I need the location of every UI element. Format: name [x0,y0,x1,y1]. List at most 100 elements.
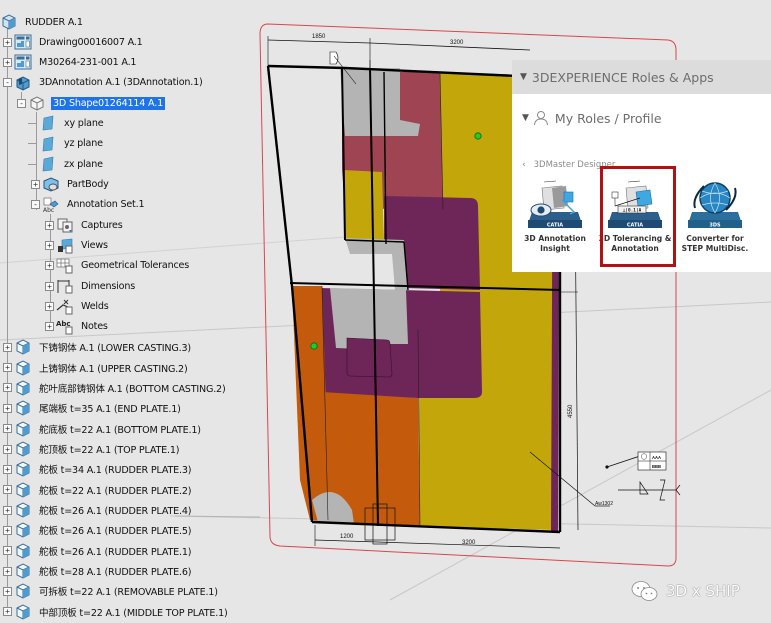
tree-item[interactable]: + Abc Notes [45,318,110,336]
expand-icon[interactable]: + [45,281,54,291]
tree-item[interactable]: + 中部顶板 t=22 A.1 (MIDDLE TOP PLATE.1) [3,603,230,621]
geometrical-tolerances-icon [56,258,74,274]
expand-icon[interactable]: + [3,485,12,495]
rudder-plate-yellow-small [343,170,384,240]
tree-item[interactable]: - 3DAnnotation A.1 (3DAnnotation.1) [3,74,205,92]
expand-icon[interactable]: + [3,566,12,576]
expand-icon[interactable]: + [3,403,12,413]
expand-icon[interactable]: + [3,57,12,67]
tree-item[interactable]: + 舵板 t=28 A.1 (RUDDER PLATE.6) [3,562,193,580]
gdt-value-1: AAA [652,455,661,460]
expand-icon[interactable]: + [3,586,12,596]
marker-point[interactable] [474,132,482,140]
tree-item[interactable]: + Drawing00016007 A.1 [3,33,145,51]
dimension-vertical: 4550 [568,404,574,418]
tree-item-label: 舵板 t=22 A.1 (RUDDER PLATE.2) [39,485,192,497]
annotation-set-icon: Abc [42,197,60,214]
expand-icon[interactable]: + [45,220,54,230]
part-icon [14,543,32,559]
collapse-icon[interactable]: - [31,200,40,210]
app-label-line2: Insight [540,244,570,253]
tree-item-label: yz plane [64,138,103,150]
expand-icon[interactable]: + [3,546,12,556]
part-icon [14,421,32,437]
casting-step [345,238,408,290]
tree-item[interactable]: + 舵板 t=26 A.1 (RUDDER PLATE.4) [3,501,193,519]
tree-item[interactable]: + Views [45,237,110,255]
app-converter-step[interactable]: 3DS Converter for STEP MultiDisc. [675,178,755,254]
expand-icon[interactable]: + [3,464,12,474]
expand-icon[interactable]: + [45,261,54,271]
tree-item[interactable]: + 可拆板 t=22 A.1 (REMOVABLE PLATE.1) [3,582,220,600]
app-label-line1: Converter for [686,234,744,243]
tree-item[interactable]: zx plane [28,155,105,173]
app-3d-annotation-insight[interactable]: CATIA 3D Annotation Insight [515,178,595,254]
tree-item-label: Views [81,240,108,251]
svg-text:3DS: 3DS [709,223,721,229]
tree-item[interactable]: + Dimensions [45,277,137,295]
tree-item[interactable]: + 舵板 t=26 A.1 (RUDDER PLATE.1) [3,542,193,560]
expand-icon[interactable]: + [45,302,54,312]
tree-item[interactable]: yz plane [28,135,105,153]
tree-item[interactable]: xy plane [28,114,105,132]
app-label-line1: 3D Annotation [524,234,586,243]
tree-item[interactable]: + Welds [45,298,111,316]
tree-item-label: M30264-231-001 A.1 [39,56,137,68]
dimension-line [267,39,371,44]
tree-item[interactable]: - Abc Annotation Set.1 [31,196,146,214]
tree-connector [28,143,36,145]
welds-icon [56,299,74,315]
collapse-triangle-icon: ▼ [520,72,527,82]
part-icon [14,563,32,579]
tree-item[interactable]: + Captures [45,216,125,234]
tree-item[interactable]: + 下铸钢体 A.1 (LOWER CASTING.3) [3,338,193,356]
tree-item[interactable]: - 3D Shape01264114 A.1 [17,94,166,112]
tree-item[interactable]: + 舵板 t=34 A.1 (RUDDER PLATE.3) [3,460,193,478]
tree-item-label: 3DAnnotation A.1 (3DAnnotation.1) [39,77,203,89]
collapse-icon[interactable]: - [3,78,12,88]
panel-header[interactable]: ▼ 3DEXPERIENCE Roles & Apps [512,60,771,94]
expand-icon[interactable]: + [3,342,12,352]
expand-icon[interactable]: + [3,444,12,454]
dimension-bottom-right: 3200 [462,540,476,546]
tree-item[interactable]: + M30264-231-001 A.1 [3,53,138,71]
tree-item-label: Geometrical Tolerances [81,260,190,272]
tree-item-label: 可拆板 t=22 A.1 (REMOVABLE PLATE.1) [39,587,218,599]
tree-item[interactable]: + 舵底板 t=22 A.1 (BOTTOM PLATE.1) [3,420,203,438]
expand-icon[interactable]: + [3,37,12,47]
part-icon [14,502,32,518]
tree-item-label: 下铸钢体 A.1 (LOWER CASTING.3) [39,343,191,355]
tree-item[interactable]: + 上铸钢体 A.1 (UPPER CASTING.2) [3,359,189,377]
my-roles-profile[interactable]: ▼ My Roles / Profile [522,110,662,126]
expand-icon[interactable]: + [45,322,54,332]
datum-symbol [329,51,339,65]
tree-item[interactable]: + 舵顶板 t=22 A.1 (TOP PLATE.1) [3,440,181,458]
tree-item[interactable]: + Geometrical Tolerances [45,257,191,275]
notes-icon: Abc [56,319,74,335]
highlight-box [600,166,676,267]
expand-icon[interactable]: + [3,607,12,617]
marker-point[interactable] [310,342,318,350]
tree-root[interactable]: RUDDER A.1 [0,13,85,31]
expand-icon[interactable]: + [3,505,12,515]
weld-symbol[interactable] [618,479,681,501]
expand-icon[interactable]: + [3,363,12,373]
tree-item-label: PartBody [67,178,109,190]
expand-icon[interactable]: + [3,525,12,535]
panel-title: 3DEXPERIENCE Roles & Apps [531,69,714,85]
tree-item-label: 尾端板 t=35 A.1 (END PLATE.1) [39,404,181,416]
gdt-frame[interactable]: AAA BBB [637,451,667,471]
product-icon [0,14,18,30]
tree-item[interactable]: + 舵板 t=22 A.1 (RUDDER PLATE.2) [3,481,193,499]
tree-item[interactable]: + 舵板 t=26 A.1 (RUDDER PLATE.5) [3,521,193,539]
collapse-icon[interactable]: - [17,98,26,108]
tree-item[interactable]: + 舵叶底部铸钢体 A.1 (BOTTOM CASTING.2) [3,379,228,397]
tree-item-label: Dimensions [81,280,135,292]
expand-icon[interactable]: + [3,383,12,393]
expand-icon[interactable]: + [3,424,12,434]
tree-item[interactable]: + PartBody [31,175,111,193]
roles-label: My Roles / Profile [554,110,662,126]
expand-icon[interactable]: + [31,179,40,189]
tree-item[interactable]: + 尾端板 t=35 A.1 (END PLATE.1) [3,399,183,417]
expand-icon[interactable]: + [45,241,54,250]
